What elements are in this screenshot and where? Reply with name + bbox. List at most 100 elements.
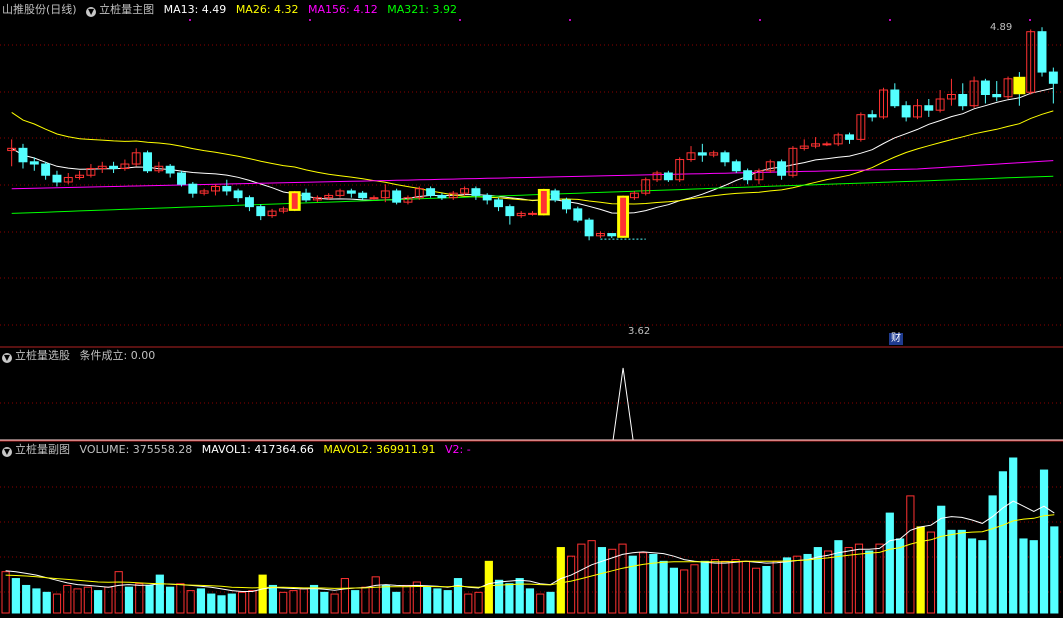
volume-bar (402, 584, 411, 614)
finance-event-badge[interactable]: 财 (889, 333, 903, 345)
volume-bar (279, 591, 288, 614)
pile-core (291, 193, 298, 209)
volume-bar (217, 595, 226, 614)
ma156-line (11, 160, 1054, 190)
candle-body (584, 219, 594, 237)
select-indicator-name[interactable]: 立桩量选股 (15, 349, 70, 362)
volume-bar (227, 593, 236, 614)
candle-body (980, 80, 990, 95)
volume-bar (237, 591, 247, 614)
volume-indicator-name[interactable]: 立桩量副图 (15, 443, 70, 456)
volume-bar (176, 583, 185, 614)
volume-bar (258, 574, 267, 614)
volume-bar (371, 576, 380, 614)
volume-bar (741, 560, 750, 614)
ma321-value: MA321: 3.92 (387, 3, 457, 16)
volume-bar (196, 588, 206, 614)
volume-bar (916, 526, 925, 614)
candle-body (890, 89, 900, 107)
volume-bar (299, 588, 308, 614)
mavol1-value: MAVOL1: 417364.66 (201, 443, 314, 456)
collapse-icon[interactable]: ▼ (2, 447, 12, 457)
volume-bar (731, 559, 740, 614)
candle-body (222, 185, 232, 192)
candle-body (550, 190, 560, 201)
candle-body (867, 114, 877, 118)
volume-bar (22, 584, 31, 614)
collapse-icon[interactable]: ▼ (2, 353, 12, 363)
volume-bar (1039, 469, 1049, 614)
candle-body (562, 199, 571, 210)
candle-body (697, 152, 707, 156)
volume-bar (834, 540, 843, 614)
volume-bar (63, 584, 72, 614)
volume-bar (361, 586, 370, 614)
volume-bar (104, 586, 113, 614)
volume-panel-header: ▼ 立桩量副图 VOLUME: 375558.28 MAVOL1: 417364.… (2, 442, 477, 458)
candle-body (958, 94, 968, 107)
volume-bar (937, 505, 946, 614)
volume-bar (166, 586, 175, 614)
volume-bar (669, 567, 678, 614)
chart-stage[interactable]: 山推股份(日线) ▼ 立桩量主图 MA13: 4.49 MA26: 4.32 MA… (0, 0, 1063, 615)
candle-body (233, 190, 243, 199)
select-panel-header: ▼ 立桩量选股 条件成立: 0.00 (2, 348, 161, 364)
candle-body (41, 163, 51, 176)
candle-body (301, 192, 311, 201)
volume-bar (464, 593, 473, 614)
volume-bar (207, 593, 216, 614)
low-price-label: 3.62 (628, 326, 651, 337)
candle-body (822, 143, 832, 146)
volume-bar (710, 559, 720, 614)
candle-body (720, 152, 730, 163)
volume-bar (752, 567, 761, 614)
volume-value: VOLUME: 375558.28 (79, 443, 193, 456)
volume-bar (865, 550, 874, 614)
ma26-line (11, 110, 1054, 205)
candle-body (743, 170, 753, 181)
candle-body (992, 94, 1002, 98)
volume-bar (762, 566, 771, 614)
volume-bar (597, 547, 607, 614)
top-dot-marker (189, 19, 191, 21)
volume-bar (392, 591, 401, 614)
volume-bar (505, 583, 514, 614)
collapse-icon[interactable]: ▼ (86, 7, 97, 17)
candle-body (109, 165, 119, 170)
ma13-value: MA13: 4.49 (163, 3, 227, 16)
main-panel-header: 山推股份(日线) ▼ 立桩量主图 MA13: 4.49 MA26: 4.32 MA… (2, 2, 463, 18)
candle-body (471, 188, 481, 196)
volume-bar (721, 560, 730, 614)
volume-bar (700, 560, 709, 614)
candle-body (346, 190, 356, 194)
main-indicator-name[interactable]: 立桩量主图 (99, 3, 154, 16)
volume-bar (330, 593, 339, 614)
top-dot-marker (459, 19, 461, 21)
candle-body (426, 188, 436, 196)
volume-bar (268, 584, 278, 614)
volume-bar (782, 557, 792, 614)
volume-bar (926, 531, 936, 614)
volume-bar (289, 590, 298, 614)
candle-body (358, 192, 368, 199)
top-dot-marker (759, 19, 761, 21)
ma156-value: MA156: 4.12 (308, 3, 378, 16)
high-price-label: 4.89 (990, 22, 1013, 33)
volume-bar (186, 590, 195, 614)
top-dot-marker (569, 19, 571, 21)
candle-body (188, 183, 198, 194)
candle-body (1037, 31, 1047, 73)
kline-chart[interactable] (0, 0, 1063, 615)
volume-bar (484, 560, 493, 614)
candle-body (528, 212, 537, 215)
volume-bar (83, 586, 92, 614)
volume-bar (690, 564, 699, 614)
v2-value: V2: - (445, 443, 471, 456)
volume-bar (135, 583, 144, 614)
volume-bar (659, 560, 668, 614)
volume-bar (453, 578, 463, 614)
candle-body (924, 105, 934, 111)
select-signal-spike (612, 367, 634, 441)
volume-bar (824, 550, 833, 614)
candle-body (165, 165, 175, 174)
